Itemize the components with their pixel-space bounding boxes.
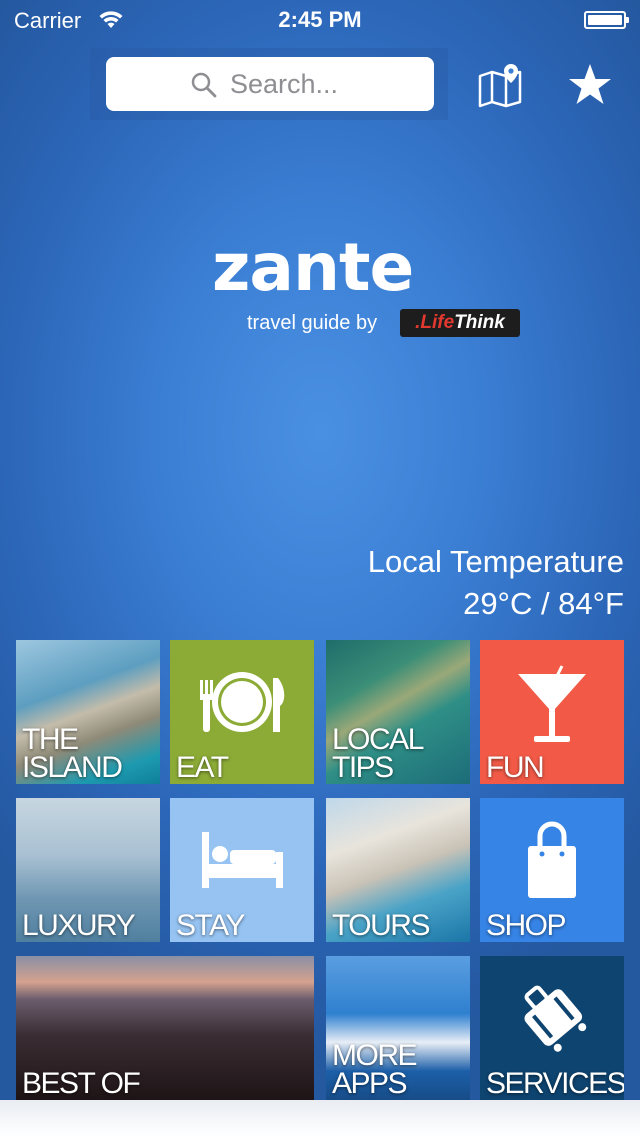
tile-label: EAT	[176, 751, 229, 784]
star-icon[interactable]	[566, 62, 614, 108]
tile-luxury[interactable]: LUXURY	[16, 798, 160, 942]
tile-best-of[interactable]: BEST OF	[16, 956, 314, 1100]
tile-label: LUXURY	[22, 909, 136, 942]
tile-local-tips[interactable]: LOCAL TIPS	[326, 640, 470, 784]
tile-fun[interactable]: FUN	[480, 640, 624, 784]
tile-tours[interactable]: TOURS	[326, 798, 470, 942]
battery-icon	[584, 11, 629, 29]
search-box[interactable]	[106, 57, 434, 111]
tile-more-apps[interactable]: MORE APPS	[326, 956, 470, 1100]
status-bar: Carrier 2:45 PM	[0, 0, 640, 40]
clock: 2:45 PM	[278, 7, 362, 32]
tile-services[interactable]: SERVICES	[480, 956, 624, 1100]
tile-label: THE ISLAND	[22, 723, 123, 784]
tile-stay[interactable]: STAY	[170, 798, 314, 942]
tile-label: MORE APPS	[332, 1039, 418, 1100]
tile-eat[interactable]: EAT	[170, 640, 314, 784]
tile-label: SERVICES	[486, 1067, 624, 1100]
tile-label: SHOP	[486, 909, 567, 942]
bottom-reflection	[0, 1100, 640, 1136]
temperature-label: Local Temperature	[367, 544, 624, 579]
tile-label: STAY	[176, 909, 245, 942]
tile-label: FUN	[486, 751, 545, 784]
tile-label: TOURS	[332, 909, 430, 942]
temperature-value: 29°C / 84°F	[463, 586, 624, 621]
tile-the-island[interactable]: THE ISLAND	[16, 640, 160, 784]
publisher-logo: .LifeThink	[400, 309, 520, 337]
brand-name: zante	[212, 229, 414, 306]
map-pin-icon[interactable]	[476, 62, 524, 108]
tile-label: LOCAL TIPS	[332, 723, 423, 784]
tile-shop[interactable]: SHOP	[480, 798, 624, 942]
tile-label: BEST OF	[22, 1067, 141, 1100]
search-input[interactable]	[230, 65, 420, 103]
search-icon	[191, 72, 217, 98]
brand-tagline: travel guide by	[247, 312, 378, 334]
